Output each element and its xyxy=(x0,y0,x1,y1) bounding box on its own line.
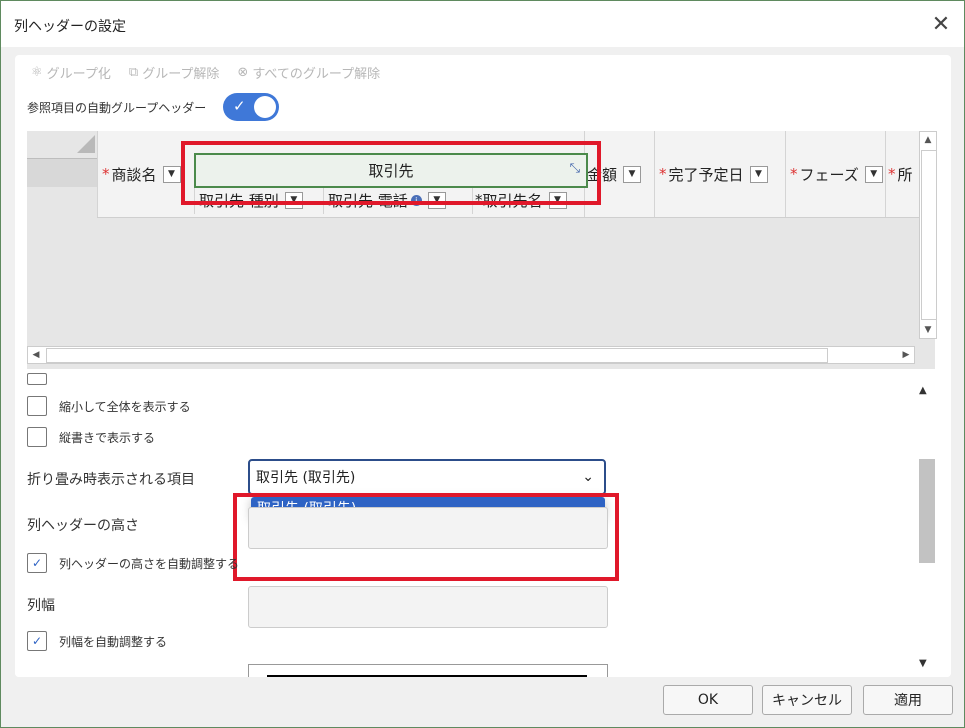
vertical-text-label: 縦書きで表示する xyxy=(59,430,156,445)
collapsed-item-label: 折り畳み時表示される項目 xyxy=(27,472,195,488)
toggle-knob xyxy=(254,96,276,118)
column-header-close-date[interactable]: * 完了予定日 ▼ xyxy=(654,131,789,217)
ungroup-all-button[interactable]: ⊗ すべてのグループ解除 xyxy=(237,63,380,82)
ungroup-all-button-label: すべてのグループ解除 xyxy=(252,67,381,82)
scroll-left-icon[interactable]: ◀ xyxy=(28,347,44,363)
dropdown-icon[interactable]: ▼ xyxy=(749,165,768,183)
shrink-to-fit-row: 縮小して全体を表示する xyxy=(27,396,191,416)
collapsed-item-value: 取引先 (取引先) xyxy=(256,470,356,486)
group-toolbar: ⚛ グループ化 ⧉ グループ解除 ⊗ すべてのグループ解除 xyxy=(31,63,380,82)
required-mark: * xyxy=(659,165,667,183)
clear-circle-icon: ⊗ xyxy=(237,65,249,80)
required-mark: * xyxy=(888,165,896,183)
check-icon: ✓ xyxy=(233,97,246,115)
scroll-thumb[interactable] xyxy=(919,459,935,563)
required-mark: * xyxy=(790,165,798,183)
ungroup-button-label: グループ解除 xyxy=(142,67,220,82)
column-label: 所 xyxy=(897,165,913,184)
dropdown-icon[interactable]: ▼ xyxy=(162,165,181,183)
column-width-auto-label: 列幅を自動調整する xyxy=(59,634,168,649)
grid-horizontal-scrollbar[interactable]: ◀ ▶ xyxy=(27,346,915,364)
properties-panel: 縮小して全体を表示する 縦書きで表示する 折り畳み時表示される項目 取引先 (取… xyxy=(15,373,951,677)
header-height-label: 列ヘッダーの高さ xyxy=(27,518,139,534)
header-height-auto-row: ✓ 列ヘッダーの高さを自動調整する xyxy=(27,553,239,573)
corner-triangle-icon xyxy=(77,135,95,153)
column-label: フェーズ xyxy=(799,165,859,184)
hidden-option-row xyxy=(27,373,59,385)
title-bar: 列ヘッダーの設定 ✕ xyxy=(1,1,964,47)
column-label: 商談名 xyxy=(111,165,157,184)
vertical-text-checkbox[interactable] xyxy=(27,427,47,447)
dropdown-icon[interactable]: ▼ xyxy=(864,165,883,183)
color-bar xyxy=(267,675,587,677)
row-header xyxy=(27,158,97,187)
chevron-down-icon: ⌄ xyxy=(582,469,594,485)
dialog-title: 列ヘッダーの設定 xyxy=(14,19,126,35)
scroll-down-icon[interactable]: ▼ xyxy=(919,658,927,669)
auto-group-toggle[interactable]: ✓ xyxy=(223,93,279,121)
group-icon: ⚛ xyxy=(31,65,43,80)
ungroup-button[interactable]: ⧉ グループ解除 xyxy=(129,63,220,82)
scroll-thumb[interactable] xyxy=(46,348,828,363)
dropdown-icon[interactable]: ▼ xyxy=(623,165,642,183)
highlight-box-group-header xyxy=(181,141,601,205)
group-button[interactable]: ⚛ グループ化 xyxy=(31,63,111,82)
column-width-input[interactable] xyxy=(248,586,608,628)
header-height-auto-label: 列ヘッダーの高さを自動調整する xyxy=(59,556,240,571)
grid-vertical-scrollbar[interactable]: ▲ ▼ xyxy=(919,131,937,339)
required-mark: * xyxy=(102,165,110,183)
column-header-phase[interactable]: * フェーズ ▼ xyxy=(785,131,888,217)
ok-button[interactable]: OK xyxy=(663,685,753,715)
settings-card: ⚛ グループ化 ⧉ グループ解除 ⊗ すべてのグループ解除 参照項目の自動グルー… xyxy=(15,55,951,677)
shrink-to-fit-label: 縮小して全体を表示する xyxy=(59,399,191,414)
checkbox[interactable] xyxy=(27,373,47,385)
shrink-to-fit-checkbox[interactable] xyxy=(27,396,47,416)
scroll-thumb[interactable] xyxy=(921,150,937,320)
vertical-text-row: 縦書きで表示する xyxy=(27,427,155,447)
highlight-box-collapsed-item xyxy=(233,493,619,581)
column-width-auto-checkbox[interactable]: ✓ xyxy=(27,631,47,651)
group-button-label: グループ化 xyxy=(46,67,111,82)
color-preview-field[interactable] xyxy=(248,664,608,677)
apply-button[interactable]: 適用 xyxy=(863,685,953,715)
ungroup-icon: ⧉ xyxy=(128,65,139,80)
collapsed-item-select[interactable]: 取引先 (取引先) ⌄ xyxy=(248,459,606,495)
properties-scrollbar[interactable]: ▲ ▼ xyxy=(917,379,935,669)
scroll-up-icon[interactable]: ▲ xyxy=(920,132,936,148)
column-width-label: 列幅 xyxy=(27,598,55,614)
cancel-button[interactable]: キャンセル xyxy=(762,685,852,715)
close-icon[interactable]: ✕ xyxy=(926,9,956,39)
column-width-auto-row: ✓ 列幅を自動調整する xyxy=(27,631,167,651)
header-height-auto-checkbox[interactable]: ✓ xyxy=(27,553,47,573)
scroll-down-icon[interactable]: ▼ xyxy=(920,322,936,338)
scroll-right-icon[interactable]: ▶ xyxy=(898,347,914,363)
scroll-up-icon[interactable]: ▲ xyxy=(919,385,927,396)
auto-group-label: 参照項目の自動グループヘッダー xyxy=(27,101,207,115)
column-header-settings-dialog: 列ヘッダーの設定 ✕ ⚛ グループ化 ⧉ グループ解除 ⊗ すべてのグループ解除… xyxy=(0,0,965,728)
column-label: 完了予定日 xyxy=(668,165,744,184)
